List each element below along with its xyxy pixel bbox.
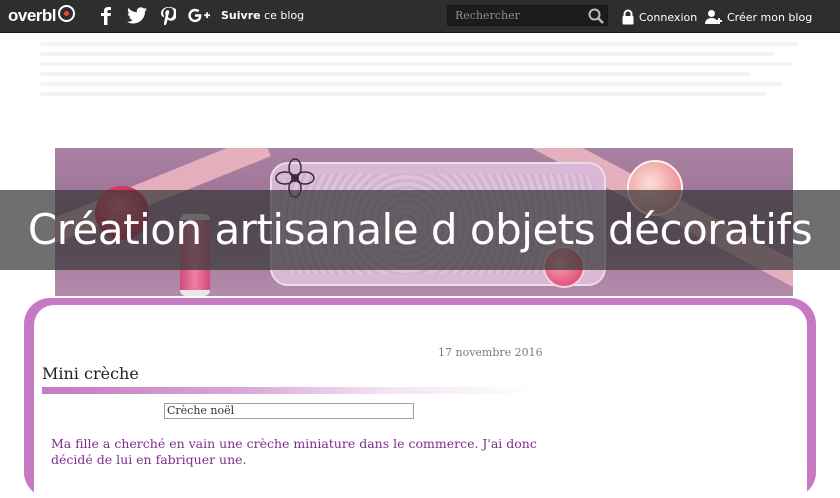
post-image-placeholder[interactable]: Crèche noël <box>164 403 414 419</box>
content-frame <box>24 298 816 498</box>
logo-text: overbl <box>8 6 57 25</box>
facebook-icon[interactable] <box>100 7 112 25</box>
pinterest-icon[interactable] <box>160 7 176 25</box>
create-blog-link[interactable]: Créer mon blog <box>705 9 812 25</box>
post-date: 17 novembre 2016 <box>438 346 543 359</box>
search-input[interactable] <box>448 6 591 25</box>
title-divider <box>42 387 536 394</box>
follow-rest-text: ce blog <box>264 9 305 22</box>
login-link[interactable]: Connexion <box>621 9 697 25</box>
post-title[interactable]: Mini crèche <box>42 364 139 383</box>
page-title: Création artisanale d objets décoratifs <box>27 205 813 254</box>
search-box <box>447 5 608 26</box>
logo-mark <box>58 4 76 22</box>
login-label: Connexion <box>639 10 698 24</box>
follow-blog-link[interactable]: Suivre ce blog <box>221 9 304 22</box>
overblog-logo[interactable]: overbl <box>8 4 76 28</box>
create-blog-label: Créer mon blog <box>727 10 813 24</box>
follow-bold-text: Suivre <box>221 9 261 22</box>
twitter-icon[interactable] <box>127 7 148 25</box>
content-panel <box>34 305 807 498</box>
lock-icon <box>622 9 634 25</box>
top-navigation-bar: overbl Suivre ce blog Connexion Créer mo… <box>0 0 840 33</box>
faded-blog-header <box>40 42 830 102</box>
google-plus-icon[interactable] <box>188 7 210 25</box>
search-icon[interactable] <box>588 8 604 24</box>
post-body-text: Ma fille a cherché en vain une crèche mi… <box>51 436 537 467</box>
user-add-icon <box>705 10 722 24</box>
